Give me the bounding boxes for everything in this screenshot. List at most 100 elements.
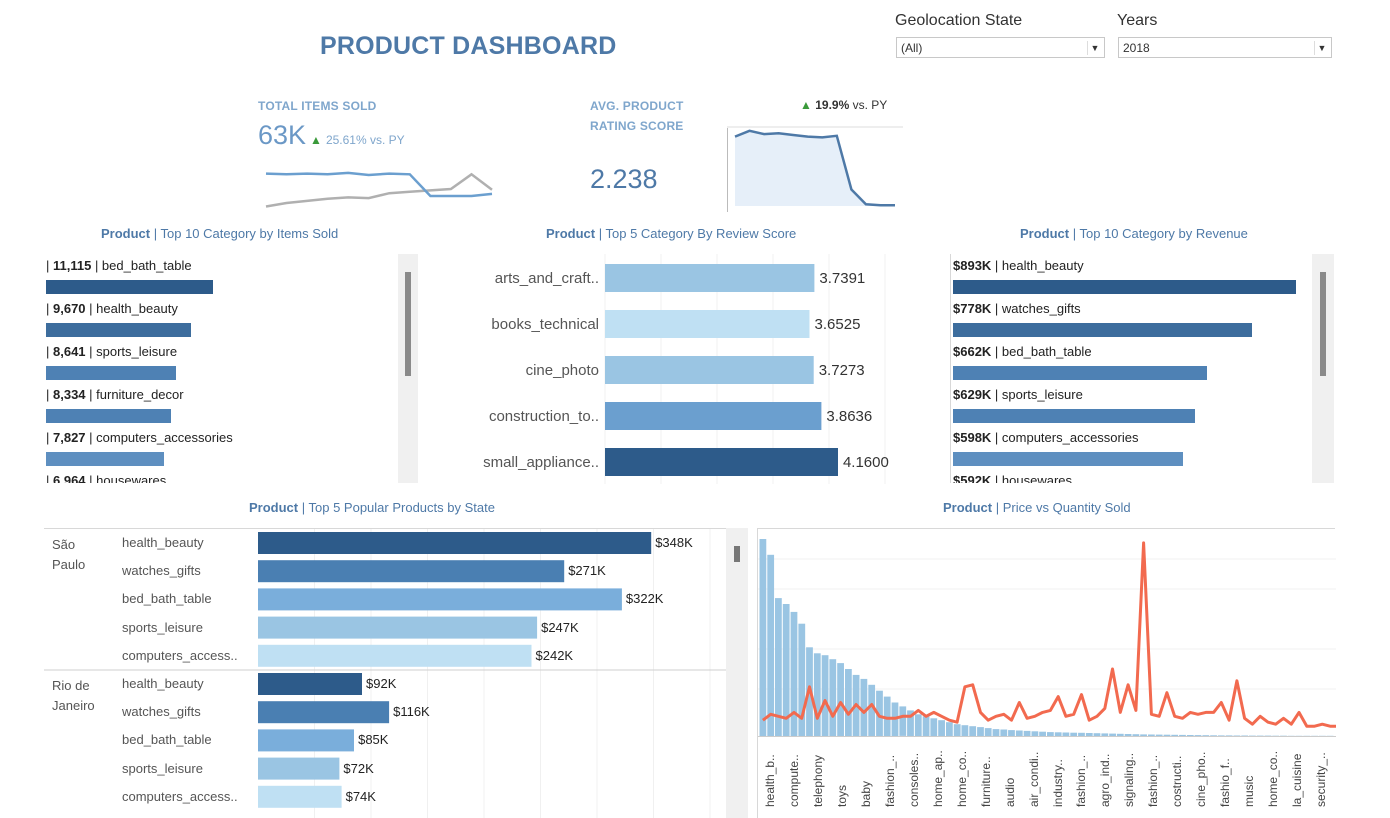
quantity-bar[interactable]: [1039, 731, 1046, 736]
list-item-bar[interactable]: [953, 366, 1208, 380]
popular-bar[interactable]: [258, 785, 342, 808]
list-item-bar[interactable]: [46, 409, 172, 423]
popular-scrollbar[interactable]: [726, 528, 748, 818]
quantity-bar[interactable]: [1124, 734, 1132, 736]
quantity-bar[interactable]: [992, 729, 1000, 736]
popular-bar[interactable]: [258, 701, 390, 724]
product-value: $74K: [345, 788, 376, 804]
review-title: Product | Top 5 Category By Review Score: [546, 226, 796, 241]
quantity-bar[interactable]: [1031, 731, 1039, 736]
sparkline-area: [735, 130, 895, 206]
quantity-bar[interactable]: [1109, 733, 1116, 736]
quantity-bar[interactable]: [961, 725, 969, 736]
items-sold-list[interactable]: | 11,115 | bed_bath_table | 9,670 | healt…: [44, 254, 399, 483]
list-item-bar[interactable]: [46, 323, 192, 337]
quantity-bar[interactable]: [1132, 734, 1140, 736]
price-qty-title: Product | Price vs Quantity Sold: [943, 500, 1131, 515]
years-filter-select[interactable]: 2018 ▼: [1118, 37, 1332, 58]
review-bar[interactable]: [605, 402, 822, 430]
chevron-down-icon[interactable]: ▼: [1087, 41, 1102, 55]
scrollbar-thumb[interactable]: [1320, 272, 1326, 376]
chevron-down-icon[interactable]: ▼: [1314, 41, 1329, 55]
quantity-bar[interactable]: [953, 724, 961, 736]
quantity-bar[interactable]: [922, 716, 930, 736]
quantity-bar[interactable]: [1148, 734, 1155, 737]
quantity-bar[interactable]: [829, 659, 837, 736]
list-item-bar[interactable]: [46, 366, 176, 380]
state-label-sao-paulo: São Paulo: [52, 535, 85, 575]
quantity-bar[interactable]: [984, 728, 992, 736]
list-item-bar[interactable]: [953, 323, 1252, 337]
quantity-bar[interactable]: [1186, 735, 1194, 736]
review-bar[interactable]: [605, 264, 815, 292]
revenue-scrollbar[interactable]: [1312, 254, 1334, 483]
quantity-bar[interactable]: [1070, 732, 1078, 736]
quantity-bar[interactable]: [813, 653, 821, 736]
list-item-bar[interactable]: [953, 452, 1183, 466]
revenue-list[interactable]: $893K | health_beauty $778K | watches_gif…: [950, 254, 1312, 483]
product-value: $116K: [393, 704, 430, 720]
quantity-bar[interactable]: [977, 727, 984, 736]
quantity-bar[interactable]: [759, 539, 767, 736]
quantity-bar[interactable]: [1155, 734, 1163, 736]
quantity-bar[interactable]: [1241, 735, 1249, 737]
product-label: watches_gifts: [122, 704, 201, 720]
quantity-bar[interactable]: [1179, 734, 1186, 736]
quantity-bar[interactable]: [837, 663, 844, 736]
quantity-bar[interactable]: [1101, 733, 1109, 736]
quantity-bar[interactable]: [1202, 735, 1210, 736]
state-filter-select[interactable]: (All) ▼: [896, 37, 1105, 58]
list-item-bar[interactable]: [46, 452, 164, 466]
review-bar[interactable]: [605, 310, 810, 338]
quantity-bar[interactable]: [767, 554, 775, 736]
popular-bar[interactable]: [258, 757, 340, 780]
quantity-bar[interactable]: [1171, 734, 1179, 736]
kpi-items-label: TOTAL ITEMS SOLD: [258, 99, 377, 113]
quantity-bar[interactable]: [1015, 730, 1023, 737]
quantity-bar[interactable]: [1217, 735, 1225, 736]
quantity-bar[interactable]: [914, 714, 922, 736]
quantity-bar[interactable]: [1085, 733, 1093, 736]
list-item-bar[interactable]: [953, 409, 1195, 423]
quantity-bar[interactable]: [1210, 735, 1217, 736]
quantity-bar[interactable]: [1225, 735, 1233, 736]
items-sold-scrollbar[interactable]: [398, 254, 418, 483]
scrollbar-thumb[interactable]: [405, 272, 411, 376]
quantity-bar[interactable]: [821, 655, 829, 736]
quantity-bar[interactable]: [899, 706, 907, 736]
quantity-bar[interactable]: [969, 726, 977, 737]
list-item-bar[interactable]: [953, 280, 1296, 294]
popular-bar[interactable]: [258, 729, 354, 752]
quantity-bar[interactable]: [1163, 734, 1171, 736]
quantity-bar[interactable]: [1116, 733, 1124, 736]
scrollbar-thumb[interactable]: [734, 546, 740, 562]
popular-bar[interactable]: [258, 673, 362, 695]
quantity-bar[interactable]: [1023, 730, 1031, 736]
quantity-bar[interactable]: [1054, 732, 1062, 736]
quantity-bar[interactable]: [1047, 732, 1054, 736]
list-item-name: | bed_bath_table: [91, 258, 192, 273]
popular-bar[interactable]: [258, 644, 532, 667]
quantity-bar[interactable]: [1140, 734, 1147, 736]
quantity-bar[interactable]: [1233, 735, 1241, 737]
revenue-title: Product | Top 10 Category by Revenue: [1020, 226, 1248, 241]
list-item-bar[interactable]: [46, 280, 213, 294]
quantity-bar[interactable]: [930, 718, 938, 736]
quantity-bar[interactable]: [1062, 732, 1070, 737]
quantity-bar[interactable]: [946, 722, 953, 736]
quantity-bar[interactable]: [790, 611, 798, 736]
quantity-bar[interactable]: [860, 678, 868, 736]
review-bar[interactable]: [605, 448, 838, 476]
quantity-bar[interactable]: [1000, 729, 1008, 737]
quantity-bar[interactable]: [845, 669, 852, 736]
popular-bar[interactable]: [258, 532, 652, 554]
popular-bar[interactable]: [258, 560, 565, 583]
popular-bar[interactable]: [258, 616, 538, 639]
quantity-bar[interactable]: [1078, 732, 1085, 736]
quantity-bar[interactable]: [1008, 730, 1015, 736]
quantity-bar[interactable]: [1093, 733, 1101, 736]
quantity-bar[interactable]: [1194, 735, 1202, 736]
review-bar[interactable]: [605, 356, 814, 384]
popular-bar[interactable]: [258, 588, 622, 611]
quantity-bar[interactable]: [938, 720, 945, 736]
